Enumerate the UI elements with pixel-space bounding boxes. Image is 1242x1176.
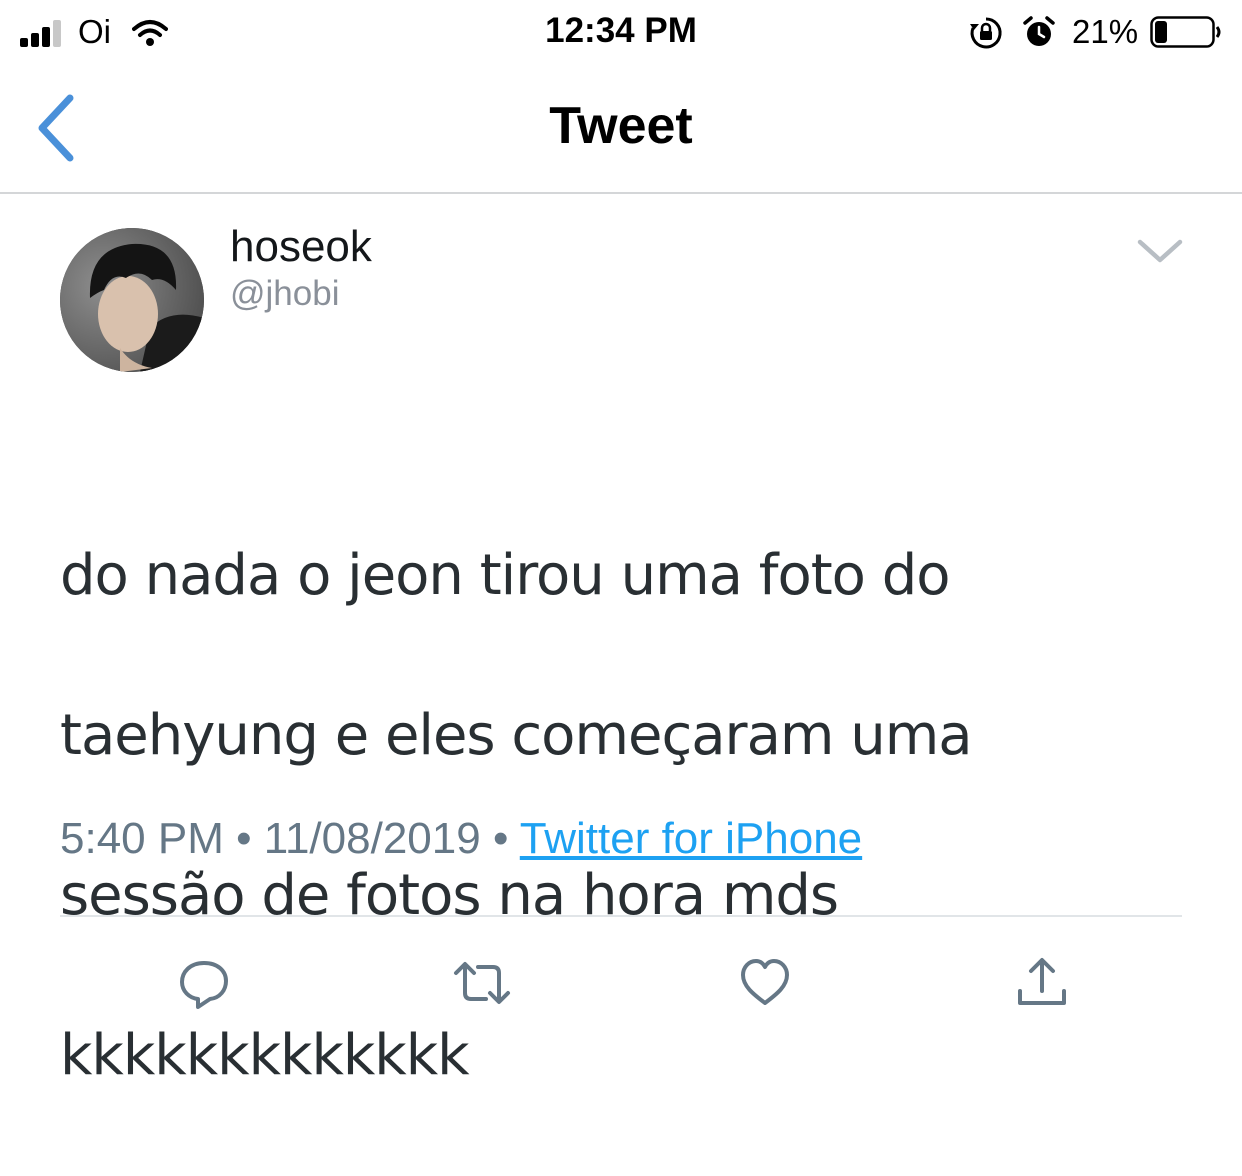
meta-separator: • bbox=[492, 814, 509, 863]
reply-button[interactable] bbox=[176, 955, 232, 1011]
heart-icon bbox=[741, 959, 789, 1005]
user-handle[interactable]: @jhobi bbox=[230, 274, 339, 314]
reply-icon bbox=[180, 961, 228, 1009]
tweet-text-line: taehyung e eles começaram uma bbox=[60, 703, 973, 768]
meta-separator: • bbox=[236, 814, 252, 863]
tweet-menu-button[interactable] bbox=[1132, 230, 1188, 274]
tweet-time: 5:40 PM bbox=[60, 814, 224, 863]
status-bar: Oi 12:34 PM 21% bbox=[0, 0, 1242, 64]
like-button[interactable] bbox=[737, 955, 793, 1011]
tweet-text-line: kkkkkkkkkkkkk bbox=[60, 1023, 470, 1088]
divider bbox=[60, 915, 1182, 917]
avatar-image bbox=[60, 228, 204, 372]
chevron-down-icon bbox=[1137, 239, 1183, 263]
tweet-date: 11/08/2019 bbox=[263, 814, 481, 863]
retweet-icon bbox=[454, 962, 510, 1004]
rotation-lock-icon bbox=[969, 16, 1003, 55]
source-link[interactable]: Twitter for iPhone bbox=[520, 814, 862, 863]
tweet-text-line: do nada o jeon tirou uma foto do bbox=[60, 543, 951, 608]
alarm-icon bbox=[1022, 15, 1056, 54]
page-title: Tweet bbox=[549, 97, 693, 155]
share-button[interactable] bbox=[1014, 955, 1070, 1011]
tweet-text-line: sessão de fotos na hora mds bbox=[60, 863, 839, 928]
display-name[interactable]: hoseok bbox=[230, 222, 372, 272]
battery-percent: 21% bbox=[1072, 13, 1139, 50]
tweet-meta: 5:40 PM • 11/08/2019 • Twitter for iPhon… bbox=[60, 814, 862, 864]
nav-bar: Tweet bbox=[0, 64, 1242, 194]
avatar[interactable] bbox=[60, 228, 204, 372]
battery-icon bbox=[1150, 16, 1222, 53]
share-icon bbox=[1018, 958, 1066, 1005]
retweet-button[interactable] bbox=[452, 955, 510, 1011]
